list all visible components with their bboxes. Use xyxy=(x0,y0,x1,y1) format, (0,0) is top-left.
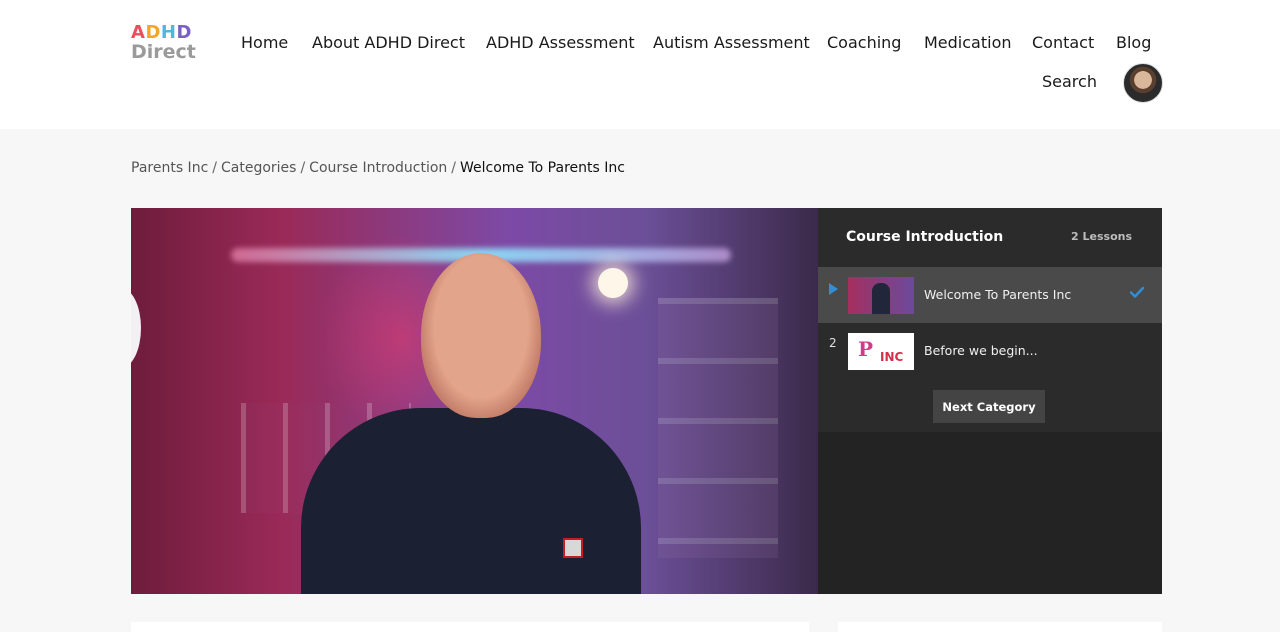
nav-search[interactable]: Search xyxy=(1042,72,1097,91)
checkmark-icon xyxy=(1130,286,1144,298)
user-avatar-icon[interactable] xyxy=(1123,63,1163,103)
logo-line-2: Direct xyxy=(131,41,196,63)
video-presenter-head xyxy=(421,253,541,418)
nav-coaching[interactable]: Coaching xyxy=(827,33,901,52)
video-lamp xyxy=(598,268,628,298)
breadcrumb-parents-inc[interactable]: Parents Inc xyxy=(131,160,208,176)
nav-contact[interactable]: Contact xyxy=(1032,33,1094,52)
lesson-title: Before we begin... xyxy=(924,343,1038,358)
video-player[interactable] xyxy=(131,208,818,594)
nav-medication[interactable]: Medication xyxy=(924,33,1012,52)
lesson-thumbnail xyxy=(848,277,914,314)
playlist-empty-area xyxy=(818,432,1162,594)
nav-about[interactable]: About ADHD Direct xyxy=(312,33,465,52)
video-shelf-right xyxy=(658,298,778,558)
lesson-title: Welcome To Parents Inc xyxy=(924,287,1072,302)
breadcrumb-categories[interactable]: Categories xyxy=(221,160,296,176)
lesson-thumbnail: P INC xyxy=(848,333,914,370)
lesson-index: 2 xyxy=(829,336,837,350)
nav-autism-assessment[interactable]: Autism Assessment xyxy=(653,33,810,52)
nav-blog[interactable]: Blog xyxy=(1116,33,1151,52)
playlist-header: Course Introduction 2 Lessons xyxy=(818,208,1162,267)
breadcrumb-current: Welcome To Parents Inc xyxy=(460,160,625,176)
video-foreground-blob xyxy=(131,288,141,368)
breadcrumb-separator: / xyxy=(212,160,217,176)
playlist-lesson-count: 2 Lessons xyxy=(1071,230,1132,243)
content-card-side xyxy=(838,622,1162,632)
thumbnail-letter: P xyxy=(858,337,874,361)
video-logo-badge xyxy=(563,538,583,558)
thumbnail-text: INC xyxy=(880,350,904,364)
next-category-button[interactable]: Next Category xyxy=(933,390,1045,423)
nav-adhd-assessment[interactable]: ADHD Assessment xyxy=(486,33,635,52)
breadcrumb: Parents Inc / Categories / Course Introducti… xyxy=(131,160,625,176)
playlist-title: Course Introduction xyxy=(846,229,1004,245)
lesson-playlist: Course Introduction 2 Lessons Welcome To… xyxy=(818,208,1162,594)
site-logo[interactable]: ADHD Direct xyxy=(131,24,197,64)
breadcrumb-separator: / xyxy=(300,160,306,176)
nav-home[interactable]: Home xyxy=(241,33,288,52)
lesson-item-welcome[interactable]: Welcome To Parents Inc xyxy=(818,267,1162,323)
logo-line-1: ADHD xyxy=(131,22,192,43)
play-icon xyxy=(829,283,838,295)
video-presenter-body xyxy=(301,408,641,594)
breadcrumb-separator: / xyxy=(451,160,456,176)
content-card-main xyxy=(131,622,809,632)
breadcrumb-course-introduction[interactable]: Course Introduction xyxy=(309,160,447,176)
site-header: ADHD Direct Home About ADHD Direct ADHD … xyxy=(0,0,1280,129)
lesson-item-before-we-begin[interactable]: 2 P INC Before we begin... xyxy=(818,323,1162,379)
